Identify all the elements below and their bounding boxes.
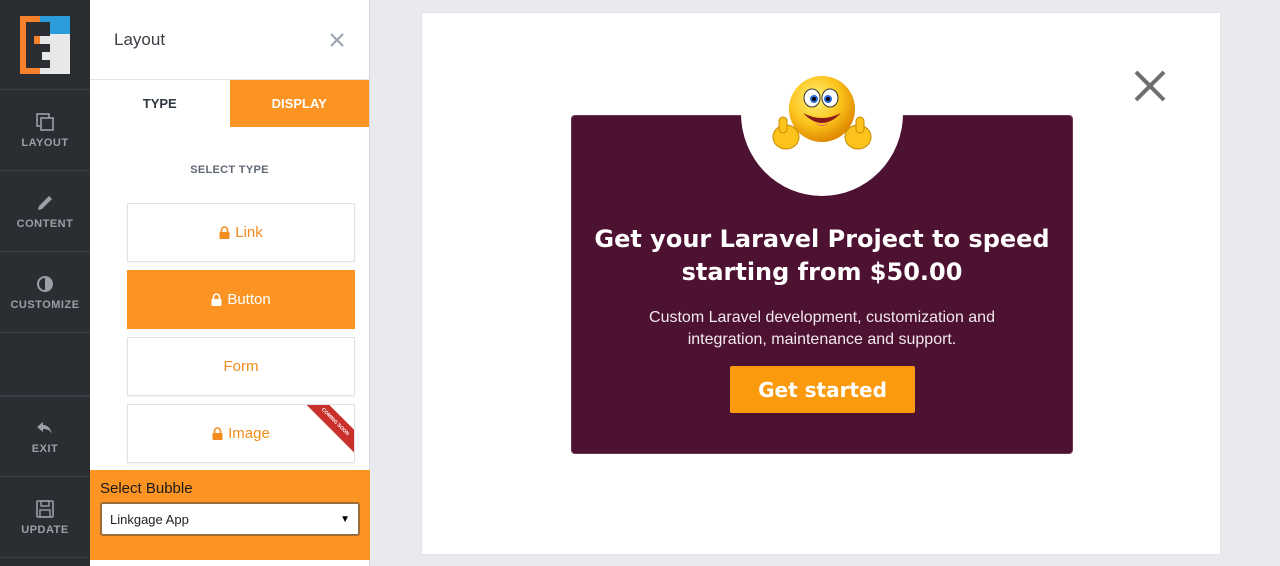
tab-type[interactable]: TYPE <box>90 80 230 127</box>
get-started-button[interactable]: Get started <box>730 366 915 413</box>
rail-item-update[interactable]: UPDATE <box>0 477 90 558</box>
rail-item-label: UPDATE <box>21 523 69 536</box>
popup-description-line: integration, maintenance and support. <box>687 331 957 348</box>
type-option-form[interactable]: Form <box>127 337 355 396</box>
type-option-label: Link <box>235 224 263 241</box>
thumbs-up-smiley-icon <box>772 75 872 149</box>
panel-header: Layout <box>90 0 369 80</box>
type-option-image[interactable]: Image COMING SOON <box>127 404 355 463</box>
copy-icon <box>36 112 54 131</box>
popup-preview: Get your Laravel Project to speed starti… <box>421 12 1221 555</box>
rail-item-label: CONTENT <box>16 217 74 230</box>
save-icon <box>36 499 54 518</box>
type-option-button[interactable]: Button <box>127 270 355 329</box>
rail-item-label: LAYOUT <box>21 136 69 149</box>
layout-panel: Layout TYPE DISPLAY SELECT TYPE Link But… <box>90 0 370 566</box>
reply-icon <box>37 422 52 434</box>
contrast-icon <box>37 275 53 292</box>
select-bubble-label: Select Bubble <box>100 480 193 497</box>
ribbon-label: COMING SOON <box>305 405 354 454</box>
logo-icon <box>20 15 70 74</box>
rail-item-layout[interactable]: LAYOUT <box>0 90 90 171</box>
coming-soon-ribbon: COMING SOON <box>305 405 354 454</box>
lock-icon <box>211 293 222 306</box>
left-rail: LAYOUT CONTENT CUSTOMIZE EXIT UPDATE <box>0 0 90 566</box>
rail-item-customize[interactable]: CUSTOMIZE <box>0 252 90 333</box>
lock-icon <box>219 226 230 239</box>
caret-down-icon: ▼ <box>340 513 350 525</box>
close-icon[interactable] <box>329 32 345 48</box>
pencil-icon <box>38 195 52 210</box>
app-logo[interactable] <box>0 0 90 90</box>
bubble-select[interactable]: Linkgage App ▼ <box>100 502 360 536</box>
select-bubble-section: Select Bubble Linkgage App ▼ <box>90 470 370 560</box>
type-option-label: Image <box>228 425 270 442</box>
popup-description-line: Custom Laravel development, customizatio… <box>649 309 995 326</box>
type-option-label: Form <box>223 358 259 375</box>
lock-icon <box>212 427 223 440</box>
popup-title: Get your Laravel Project to speed starti… <box>572 223 1072 289</box>
rail-item-exit[interactable]: EXIT <box>0 396 90 477</box>
rail-item-label: EXIT <box>31 443 59 455</box>
popup-description: Custom Laravel development, customizatio… <box>572 307 1072 351</box>
rail-spacer <box>0 333 90 396</box>
tab-display[interactable]: DISPLAY <box>229 80 369 127</box>
popup-title-line: Get your Laravel Project to speed <box>594 225 1050 253</box>
type-list: Link Button Form Image COMING SOON <box>90 203 369 463</box>
popup-title-line: starting from $50.00 <box>681 258 963 286</box>
type-option-label: Button <box>227 291 271 308</box>
panel-title: Layout <box>114 29 166 49</box>
select-type-heading: SELECT TYPE <box>190 164 269 176</box>
emoji-avatar <box>741 31 903 196</box>
rail-item-content[interactable]: CONTENT <box>0 171 90 252</box>
close-icon[interactable] <box>1132 68 1168 104</box>
bubble-select-value: Linkgage App <box>110 511 189 527</box>
rail-item-label: CUSTOMIZE <box>10 298 80 311</box>
type-option-link[interactable]: Link <box>127 203 355 262</box>
panel-tabs: TYPE DISPLAY <box>90 80 369 127</box>
